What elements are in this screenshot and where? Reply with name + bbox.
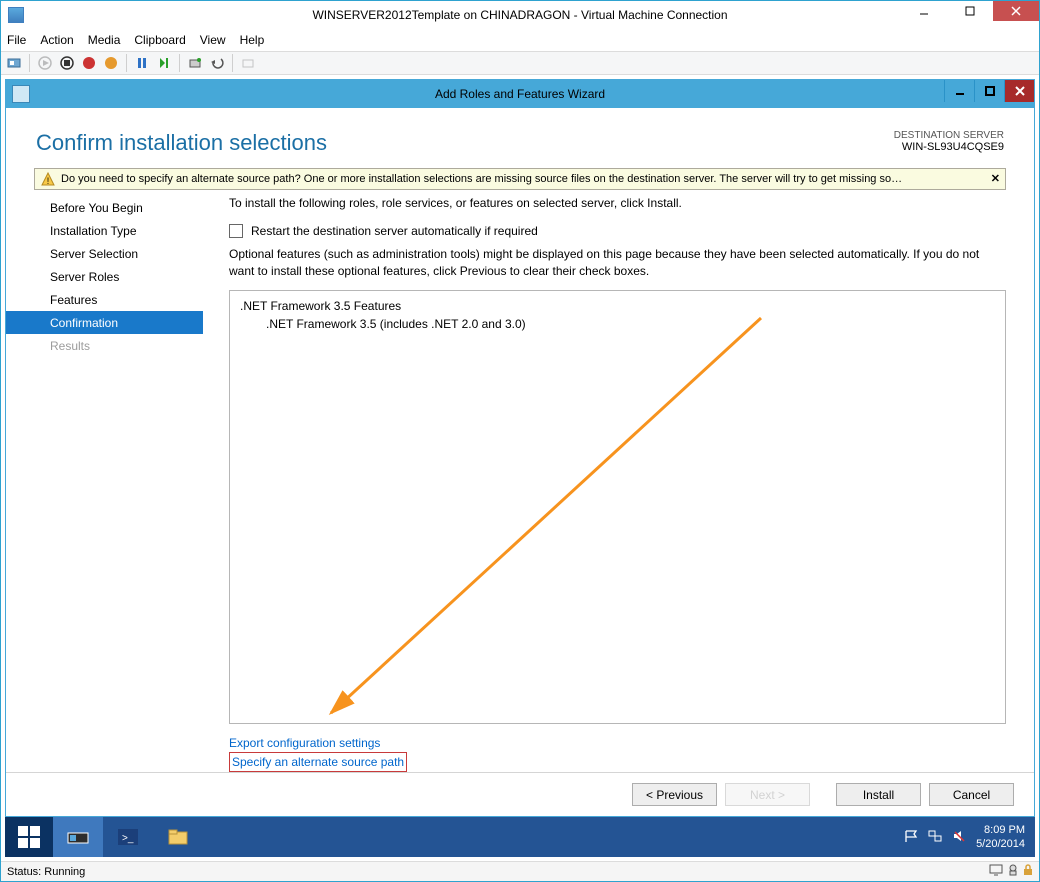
vm-titlebar: WINSERVER2012Template on CHINADRAGON - V…	[1, 1, 1039, 29]
install-instruction-text: To install the following roles, role ser…	[229, 196, 1006, 210]
close-button[interactable]	[993, 1, 1039, 21]
install-button-label: Install	[863, 788, 894, 802]
pause-icon[interactable]	[133, 54, 151, 72]
sidebar-label: Features	[50, 293, 97, 307]
start-button[interactable]	[5, 817, 53, 857]
menubar: File Action Media Clipboard View Help	[1, 29, 1039, 51]
powershell-task[interactable]: >_	[103, 817, 153, 857]
previous-button-label: < Previous	[646, 788, 703, 802]
wizard-button-bar: < Previous Next > Install Cancel	[6, 772, 1034, 816]
warning-text: Do you need to specify an alternate sour…	[61, 173, 999, 185]
sidebar-item-server-roles[interactable]: Server Roles	[6, 265, 203, 288]
restart-checkbox-label: Restart the destination server automatic…	[251, 224, 538, 238]
sidebar-item-installation-type[interactable]: Installation Type	[6, 219, 203, 242]
menu-media[interactable]: Media	[88, 33, 121, 47]
selected-features-list: .NET Framework 3.5 Features .NET Framewo…	[229, 290, 1006, 724]
tray-date[interactable]: 5/20/2014	[976, 837, 1025, 851]
toolbar-separator	[126, 54, 127, 72]
toolbar-separator	[179, 54, 180, 72]
menu-clipboard[interactable]: Clipboard	[134, 33, 185, 47]
sidebar-label: Installation Type	[50, 224, 137, 238]
wizard-close-button[interactable]	[1004, 80, 1034, 102]
wizard-sidebar: Before You Begin Installation Type Serve…	[6, 196, 203, 772]
wizard-title: Add Roles and Features Wizard	[6, 87, 1034, 101]
minimize-button[interactable]	[901, 1, 947, 21]
sidebar-item-before-you-begin[interactable]: Before You Begin	[6, 196, 203, 219]
optional-features-note: Optional features (such as administratio…	[229, 246, 1006, 280]
destination-server-label: DESTINATION SERVER	[894, 130, 1004, 141]
sidebar-label: Server Roles	[50, 270, 119, 284]
taskbar: >_ 8:09 PM 5/20/2014	[5, 817, 1035, 857]
export-configuration-link[interactable]: Export configuration settings	[229, 734, 1006, 752]
toolbar-separator	[29, 54, 30, 72]
shutdown-icon[interactable]	[80, 54, 98, 72]
vm-status-text: Status: Running	[7, 866, 85, 878]
toolbar-separator	[232, 54, 233, 72]
restart-checkbox[interactable]	[229, 224, 243, 238]
sidebar-label: Before You Begin	[50, 201, 143, 215]
menu-file[interactable]: File	[7, 33, 26, 47]
feature-item-label: .NET Framework 3.5 (includes .NET 2.0 an…	[240, 317, 995, 331]
warning-close-icon[interactable]: ✕	[991, 172, 1000, 185]
integration-services-icon[interactable]	[1007, 864, 1019, 879]
specify-alternate-source-path-link[interactable]: Specify an alternate source path	[229, 752, 407, 772]
vm-window-title: WINSERVER2012Template on CHINADRAGON - V…	[1, 8, 1039, 22]
warning-bar: ! Do you need to specify an alternate so…	[34, 168, 1006, 190]
destination-server-name: WIN-SL93U4CQSE9	[894, 141, 1004, 153]
display-config-icon[interactable]	[989, 864, 1003, 879]
menu-help[interactable]: Help	[240, 33, 265, 47]
flag-icon[interactable]	[904, 829, 918, 846]
maximize-button[interactable]	[947, 1, 993, 21]
sidebar-item-features[interactable]: Features	[6, 288, 203, 311]
wizard-minimize-button[interactable]	[944, 80, 974, 102]
explorer-task[interactable]	[153, 817, 203, 857]
start-icon[interactable]	[36, 54, 54, 72]
menu-view[interactable]: View	[200, 33, 226, 47]
save-icon[interactable]	[102, 54, 120, 72]
turnoff-icon[interactable]	[58, 54, 76, 72]
sidebar-label: Results	[50, 339, 90, 353]
ctrl-alt-del-icon[interactable]	[5, 54, 23, 72]
install-button[interactable]: Install	[836, 783, 921, 806]
cancel-button-label: Cancel	[953, 788, 990, 802]
snapshot-icon[interactable]	[186, 54, 204, 72]
vm-statusbar: Status: Running	[1, 861, 1039, 881]
wizard-maximize-button[interactable]	[974, 80, 1004, 102]
sidebar-label: Server Selection	[50, 247, 138, 261]
tray-time[interactable]: 8:09 PM	[976, 823, 1025, 837]
menu-action[interactable]: Action	[40, 33, 73, 47]
server-manager-task[interactable]	[53, 817, 103, 857]
network-icon[interactable]	[928, 829, 942, 846]
cancel-button[interactable]: Cancel	[929, 783, 1014, 806]
sidebar-item-results: Results	[6, 334, 203, 357]
feature-group-label: .NET Framework 3.5 Features	[240, 299, 995, 313]
revert-icon[interactable]	[208, 54, 226, 72]
system-tray: 8:09 PM 5/20/2014	[904, 817, 1029, 857]
previous-button[interactable]: < Previous	[632, 783, 717, 806]
warning-icon: !	[41, 172, 55, 186]
page-heading: Confirm installation selections	[36, 130, 327, 156]
reset-icon[interactable]	[155, 54, 173, 72]
vm-toolbar	[1, 51, 1039, 75]
sidebar-label: Confirmation	[50, 316, 118, 330]
svg-text:>_: >_	[122, 833, 134, 844]
svg-text:!: !	[47, 176, 50, 186]
next-button-label: Next >	[750, 788, 785, 802]
sidebar-item-server-selection[interactable]: Server Selection	[6, 242, 203, 265]
sidebar-item-confirmation[interactable]: Confirmation	[6, 311, 203, 334]
lock-icon[interactable]	[1023, 864, 1033, 879]
next-button: Next >	[725, 783, 810, 806]
share-icon[interactable]	[239, 54, 257, 72]
volume-icon[interactable]	[952, 829, 966, 846]
wizard-titlebar: Add Roles and Features Wizard	[6, 80, 1034, 108]
